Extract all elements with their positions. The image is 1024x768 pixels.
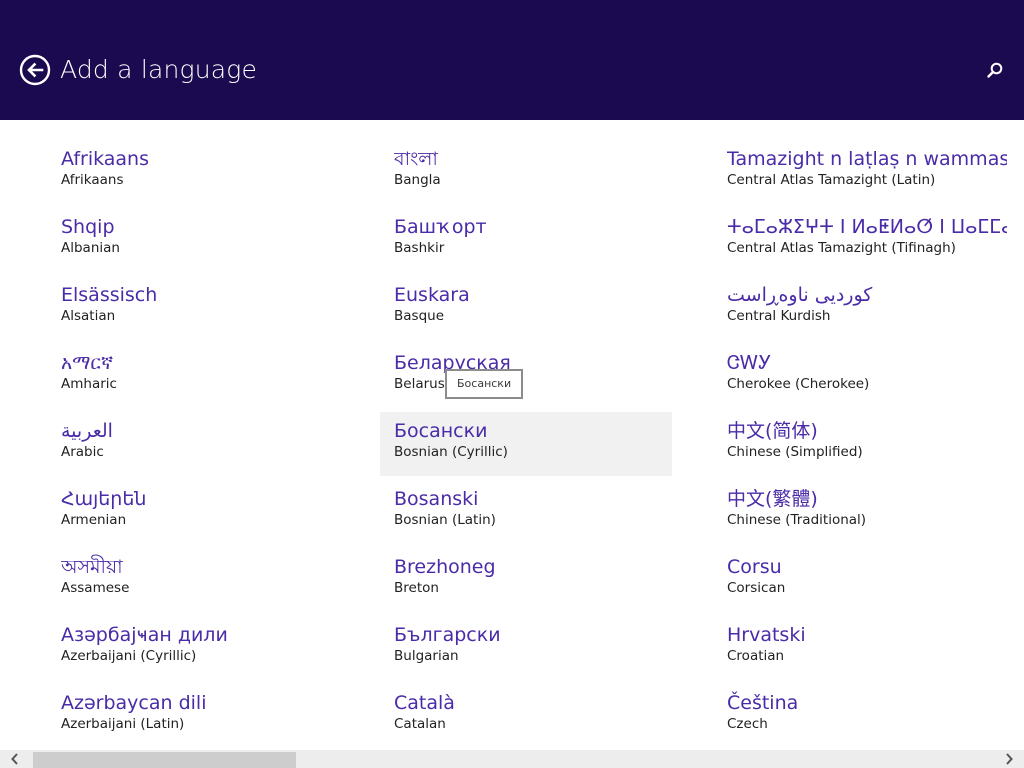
language-english-name: Arabic (61, 444, 104, 460)
back-button[interactable] (19, 54, 51, 86)
language-native-name: العربية (61, 420, 113, 442)
language-english-name: Armenian (61, 512, 127, 528)
language-english-name: Czech (727, 716, 768, 732)
language-native-name: Afrikaans (61, 148, 149, 170)
language-item-tamazight-latin[interactable]: Tamazight n laṭlaṣ n wammas Central Atla… (713, 140, 1013, 204)
language-column-1: Afrikaans Afrikaans Shqip Albanian Elsäs… (46, 140, 338, 750)
language-english-name: Bulgarian (394, 648, 459, 664)
language-item-amharic[interactable]: አማርኛ Amharic (46, 344, 338, 408)
language-english-name: Corsican (727, 580, 786, 596)
language-english-name: Chinese (Simplified) (727, 444, 863, 460)
chevron-right-icon (1006, 753, 1013, 765)
chevron-left-icon (11, 753, 18, 765)
language-item-azerbaijani-cyrillic[interactable]: Азәрбајҹан дили Azerbaijani (Cyrillic) (46, 616, 338, 680)
language-native-name: Corsu (727, 556, 782, 578)
language-item-catalan[interactable]: Català Catalan (380, 684, 672, 748)
language-native-name: Bosanski (394, 488, 479, 510)
language-english-name: Albanian (61, 240, 120, 256)
language-item-croatian[interactable]: Hrvatski Croatian (713, 616, 1013, 680)
language-native-name: 中文(简体) (727, 420, 818, 442)
page-title: Add a language (60, 55, 258, 84)
language-english-name: Azerbaijani (Latin) (61, 716, 185, 732)
language-column-3: Tamazight n laṭlaṣ n wammas Central Atla… (713, 140, 1013, 750)
language-item-albanian[interactable]: Shqip Albanian (46, 208, 338, 272)
language-english-name: Afrikaans (61, 172, 124, 188)
language-english-name: Bosnian (Cyrillic) (394, 444, 508, 460)
language-item-arabic[interactable]: العربية Arabic (46, 412, 338, 476)
language-item-corsican[interactable]: Corsu Corsican (713, 548, 1013, 612)
language-item-chinese-simplified[interactable]: 中文(简体) Chinese (Simplified) (713, 412, 1013, 476)
language-native-name: ⵜⴰⵎⴰⵣⵉⵖⵜ ⵏ ⵍⴰⵟⵍⴰⵚ ⵏ ⵡⴰⵎⵎⴰⵙ (727, 216, 1007, 238)
language-native-name: ᏣᎳᎩ (727, 352, 772, 374)
language-english-name: Catalan (394, 716, 446, 732)
language-native-name: Brezhoneg (394, 556, 496, 578)
language-item-bulgarian[interactable]: Български Bulgarian (380, 616, 672, 680)
language-native-name: Català (394, 692, 455, 714)
language-native-name: Azərbaycan dili (61, 692, 207, 714)
language-native-name: Čeština (727, 692, 799, 714)
language-english-name: Central Atlas Tamazight (Latin) (727, 172, 936, 188)
language-column-2: বাংলা Bangla Башҡорт Bashkir Euskara Bas… (380, 140, 672, 750)
language-english-name: Chinese (Traditional) (727, 512, 867, 528)
language-item-alsatian[interactable]: Elsässisch Alsatian (46, 276, 338, 340)
language-item-bosnian-latin[interactable]: Bosanski Bosnian (Latin) (380, 480, 672, 544)
language-english-name: Amharic (61, 376, 117, 392)
language-list: Afrikaans Afrikaans Shqip Albanian Elsäs… (0, 120, 1024, 750)
language-item-breton[interactable]: Brezhoneg Breton (380, 548, 672, 612)
language-english-name: Alsatian (61, 308, 116, 324)
language-item-basque[interactable]: Euskara Basque (380, 276, 672, 340)
search-button[interactable] (984, 60, 1006, 82)
language-english-name: Central Kurdish (727, 308, 831, 324)
language-english-name: Croatian (727, 648, 785, 664)
language-english-name: Bashkir (394, 240, 445, 256)
language-english-name: Cherokee (Cherokee) (727, 376, 870, 392)
horizontal-scrollbar[interactable] (0, 750, 1024, 768)
scroll-left-button[interactable] (0, 750, 30, 768)
language-native-name: کوردیی ناوەڕاست (727, 284, 873, 306)
app-header: Add a language (0, 0, 1024, 120)
language-english-name: Central Atlas Tamazight (Tifinagh) (727, 240, 956, 256)
language-native-name: Български (394, 624, 501, 646)
language-item-azerbaijani-latin[interactable]: Azərbaycan dili Azerbaijani (Latin) (46, 684, 338, 748)
language-item-afrikaans[interactable]: Afrikaans Afrikaans (46, 140, 338, 204)
language-item-armenian[interactable]: Հայերեն Armenian (46, 480, 338, 544)
language-english-name: Breton (394, 580, 439, 596)
language-item-cherokee[interactable]: ᏣᎳᎩ Cherokee (Cherokee) (713, 344, 1013, 408)
language-native-name: Euskara (394, 284, 470, 306)
scrollbar-thumb[interactable] (33, 752, 296, 768)
language-english-name: Belarusian (394, 376, 466, 392)
language-native-name: অসমীয়া (61, 556, 123, 578)
language-item-bashkir[interactable]: Башҡорт Bashkir (380, 208, 672, 272)
back-arrow-circle-icon (19, 54, 51, 86)
language-native-name: አማርኛ (61, 352, 114, 374)
search-icon (987, 62, 1003, 78)
tooltip: Босански (445, 369, 524, 399)
language-item-tamazight-tifinagh[interactable]: ⵜⴰⵎⴰⵣⵉⵖⵜ ⵏ ⵍⴰⵟⵍⴰⵚ ⵏ ⵡⴰⵎⵎⴰⵙ Central Atlas… (713, 208, 1013, 272)
language-item-bangla[interactable]: বাংলা Bangla (380, 140, 672, 204)
language-native-name: Elsässisch (61, 284, 158, 306)
language-item-czech[interactable]: Čeština Czech (713, 684, 1013, 748)
language-native-name: Hrvatski (727, 624, 806, 646)
language-english-name: Assamese (61, 580, 130, 596)
language-native-name: বাংলা (394, 148, 438, 170)
language-english-name: Azerbaijani (Cyrillic) (61, 648, 197, 664)
language-item-bosnian-cyrillic[interactable]: Босански Bosnian (Cyrillic) (380, 412, 672, 476)
language-native-name: Հայերեն (61, 488, 147, 510)
language-native-name: Tamazight n laṭlaṣ n wammas (727, 148, 1007, 170)
language-native-name: Башҡорт (394, 216, 487, 238)
language-item-assamese[interactable]: অসমীয়া Assamese (46, 548, 338, 612)
language-native-name: Азәрбајҹан дили (61, 624, 228, 646)
language-native-name: Босански (394, 420, 488, 442)
language-item-central-kurdish[interactable]: کوردیی ناوەڕاست Central Kurdish (713, 276, 1013, 340)
scroll-right-button[interactable] (994, 750, 1024, 768)
language-native-name: 中文(繁體) (727, 488, 818, 510)
language-native-name: Беларуская (394, 352, 511, 374)
language-item-chinese-traditional[interactable]: 中文(繁體) Chinese (Traditional) (713, 480, 1013, 544)
language-item-belarusian[interactable]: Беларуская Belarusian (380, 344, 672, 408)
language-english-name: Bosnian (Latin) (394, 512, 496, 528)
language-english-name: Bangla (394, 172, 441, 188)
language-english-name: Basque (394, 308, 444, 324)
language-native-name: Shqip (61, 216, 115, 238)
